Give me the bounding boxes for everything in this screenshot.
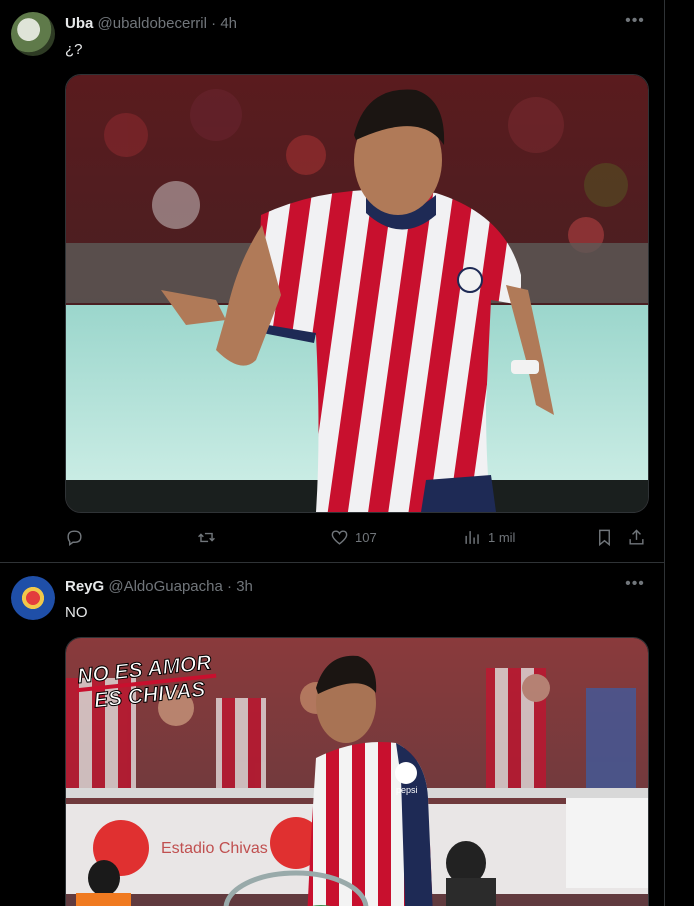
view-count: 1 mil (488, 529, 516, 545)
sponsor-logo (395, 762, 417, 784)
player-pointing-image (66, 75, 648, 512)
display-name[interactable]: Uba (65, 15, 93, 32)
separator: · (211, 15, 217, 32)
retweet-icon (198, 532, 215, 542)
more-options-icon[interactable]: ••• (624, 575, 646, 597)
retweet-button[interactable] (197, 524, 216, 550)
separator: · (227, 578, 233, 595)
tweet-text: ¿? (65, 41, 83, 58)
like-count: 107 (355, 529, 377, 545)
tweet[interactable]: ReyG @AldoGuapacha · 3h ••• NO Estadio C… (0, 563, 664, 906)
user-handle[interactable]: @ubaldobecerril (98, 15, 207, 32)
like-button[interactable]: 107 (330, 524, 377, 550)
tweet-image[interactable] (65, 74, 649, 513)
user-handle[interactable]: @AldoGuapacha (108, 578, 222, 595)
sponsor-text: pepsi (396, 785, 418, 795)
player-stadium-image: Estadio Chivas pepsi NO ES AMOR ES CHIVA… (66, 638, 648, 906)
stadium-sign: Estadio Chivas (161, 840, 268, 857)
reply-icon (67, 529, 82, 546)
avatar[interactable] (11, 576, 55, 620)
views-icon (465, 530, 479, 544)
heart-icon (331, 529, 348, 545)
tweet[interactable]: Uba @ubaldobecerril · 4h ••• ¿? 107 1 mi… (0, 0, 664, 563)
tweet-header: Uba @ubaldobecerril · 4h (65, 14, 237, 34)
timestamp[interactable]: 4h (220, 15, 237, 32)
timeline: Uba @ubaldobecerril · 4h ••• ¿? 107 1 mi… (0, 0, 665, 906)
bookmark-icon (599, 529, 610, 546)
tweet-actions: 107 1 mil (65, 524, 653, 550)
share-button[interactable] (627, 524, 646, 550)
timestamp[interactable]: 3h (236, 578, 253, 595)
tweet-text: NO (65, 604, 88, 621)
views-button[interactable]: 1 mil (463, 524, 515, 550)
share-icon (629, 528, 644, 545)
bookmark-button[interactable] (595, 524, 614, 550)
reply-button[interactable] (65, 524, 84, 550)
tweet-header: ReyG @AldoGuapacha · 3h (65, 577, 253, 597)
tweet-image[interactable]: Estadio Chivas pepsi NO ES AMOR ES CHIVA… (65, 637, 649, 906)
display-name[interactable]: ReyG (65, 578, 104, 595)
more-options-icon[interactable]: ••• (624, 12, 646, 34)
avatar[interactable] (11, 12, 55, 56)
